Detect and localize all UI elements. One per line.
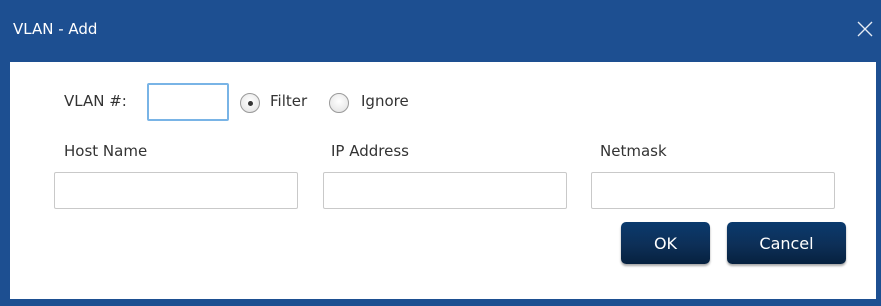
- dialog-title: VLAN - Add: [13, 20, 98, 38]
- close-icon[interactable]: [854, 18, 876, 40]
- filter-radio[interactable]: [240, 93, 260, 113]
- netmask-input[interactable]: [591, 172, 835, 209]
- ip-address-label: IP Address: [331, 142, 409, 160]
- dialog-titlebar: VLAN - Add: [0, 0, 881, 62]
- filter-radio-label[interactable]: Filter: [270, 92, 307, 110]
- ok-button-label: OK: [653, 233, 678, 253]
- vlan-add-dialog: VLAN - Add VLAN #: Filter Ignore Host Na…: [0, 0, 881, 306]
- host-name-label: Host Name: [64, 142, 148, 160]
- ignore-radio-label[interactable]: Ignore: [361, 92, 409, 110]
- cancel-button-label: Cancel: [759, 233, 814, 253]
- cancel-button[interactable]: Cancel: [727, 222, 846, 264]
- ip-address-input[interactable]: [323, 172, 567, 209]
- ignore-radio[interactable]: [329, 93, 349, 113]
- ok-button[interactable]: OK: [621, 222, 710, 264]
- vlan-label: VLAN #:: [64, 92, 127, 110]
- vlan-number-input[interactable]: [147, 83, 229, 121]
- netmask-label: Netmask: [600, 142, 667, 160]
- radio-selected-dot: [248, 101, 253, 106]
- host-name-input[interactable]: [54, 172, 298, 209]
